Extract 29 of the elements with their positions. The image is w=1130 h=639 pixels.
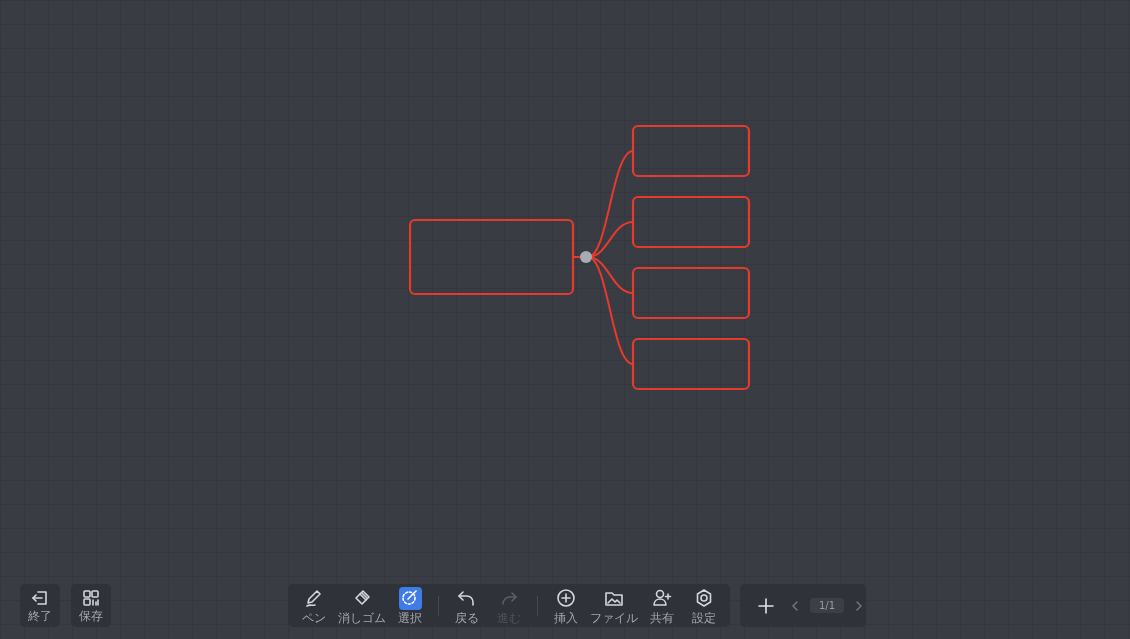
share-button[interactable]: 共有 (642, 584, 682, 627)
file-button[interactable]: ファイル (588, 584, 640, 627)
page-indicator: 1/1 (810, 598, 845, 613)
eraser-tool[interactable]: 消しゴム (336, 584, 388, 627)
mindmap-child-node[interactable] (631, 195, 751, 249)
mindmap-child-node[interactable] (631, 337, 751, 391)
plus-icon (756, 595, 776, 616)
settings-button[interactable]: 設定 (684, 584, 724, 627)
add-circle-icon (556, 588, 576, 608)
insert-button[interactable]: 挿入 (546, 584, 586, 627)
undo-icon (457, 588, 477, 608)
add-user-icon (652, 588, 672, 608)
mindmap-root-node[interactable] (408, 218, 575, 296)
undo-button[interactable]: 戻る (447, 584, 487, 627)
lasso-select-icon (400, 588, 420, 608)
settings-icon (694, 588, 714, 608)
add-page-button[interactable] (756, 595, 776, 616)
collapse-handle[interactable] (580, 251, 592, 263)
exit-icon (30, 588, 50, 608)
grid-icon (81, 588, 101, 608)
eraser-icon (352, 588, 372, 608)
exit-button[interactable]: 終了 (20, 584, 60, 627)
pen-icon (304, 588, 324, 608)
connector-line (572, 256, 581, 258)
save-button[interactable]: 保存 (71, 584, 111, 627)
mindmap-child-node[interactable] (631, 124, 751, 178)
mindmap-child-node[interactable] (631, 266, 751, 320)
pen-tool[interactable]: ペン (294, 584, 334, 627)
select-tool[interactable]: 選択 (390, 584, 430, 627)
